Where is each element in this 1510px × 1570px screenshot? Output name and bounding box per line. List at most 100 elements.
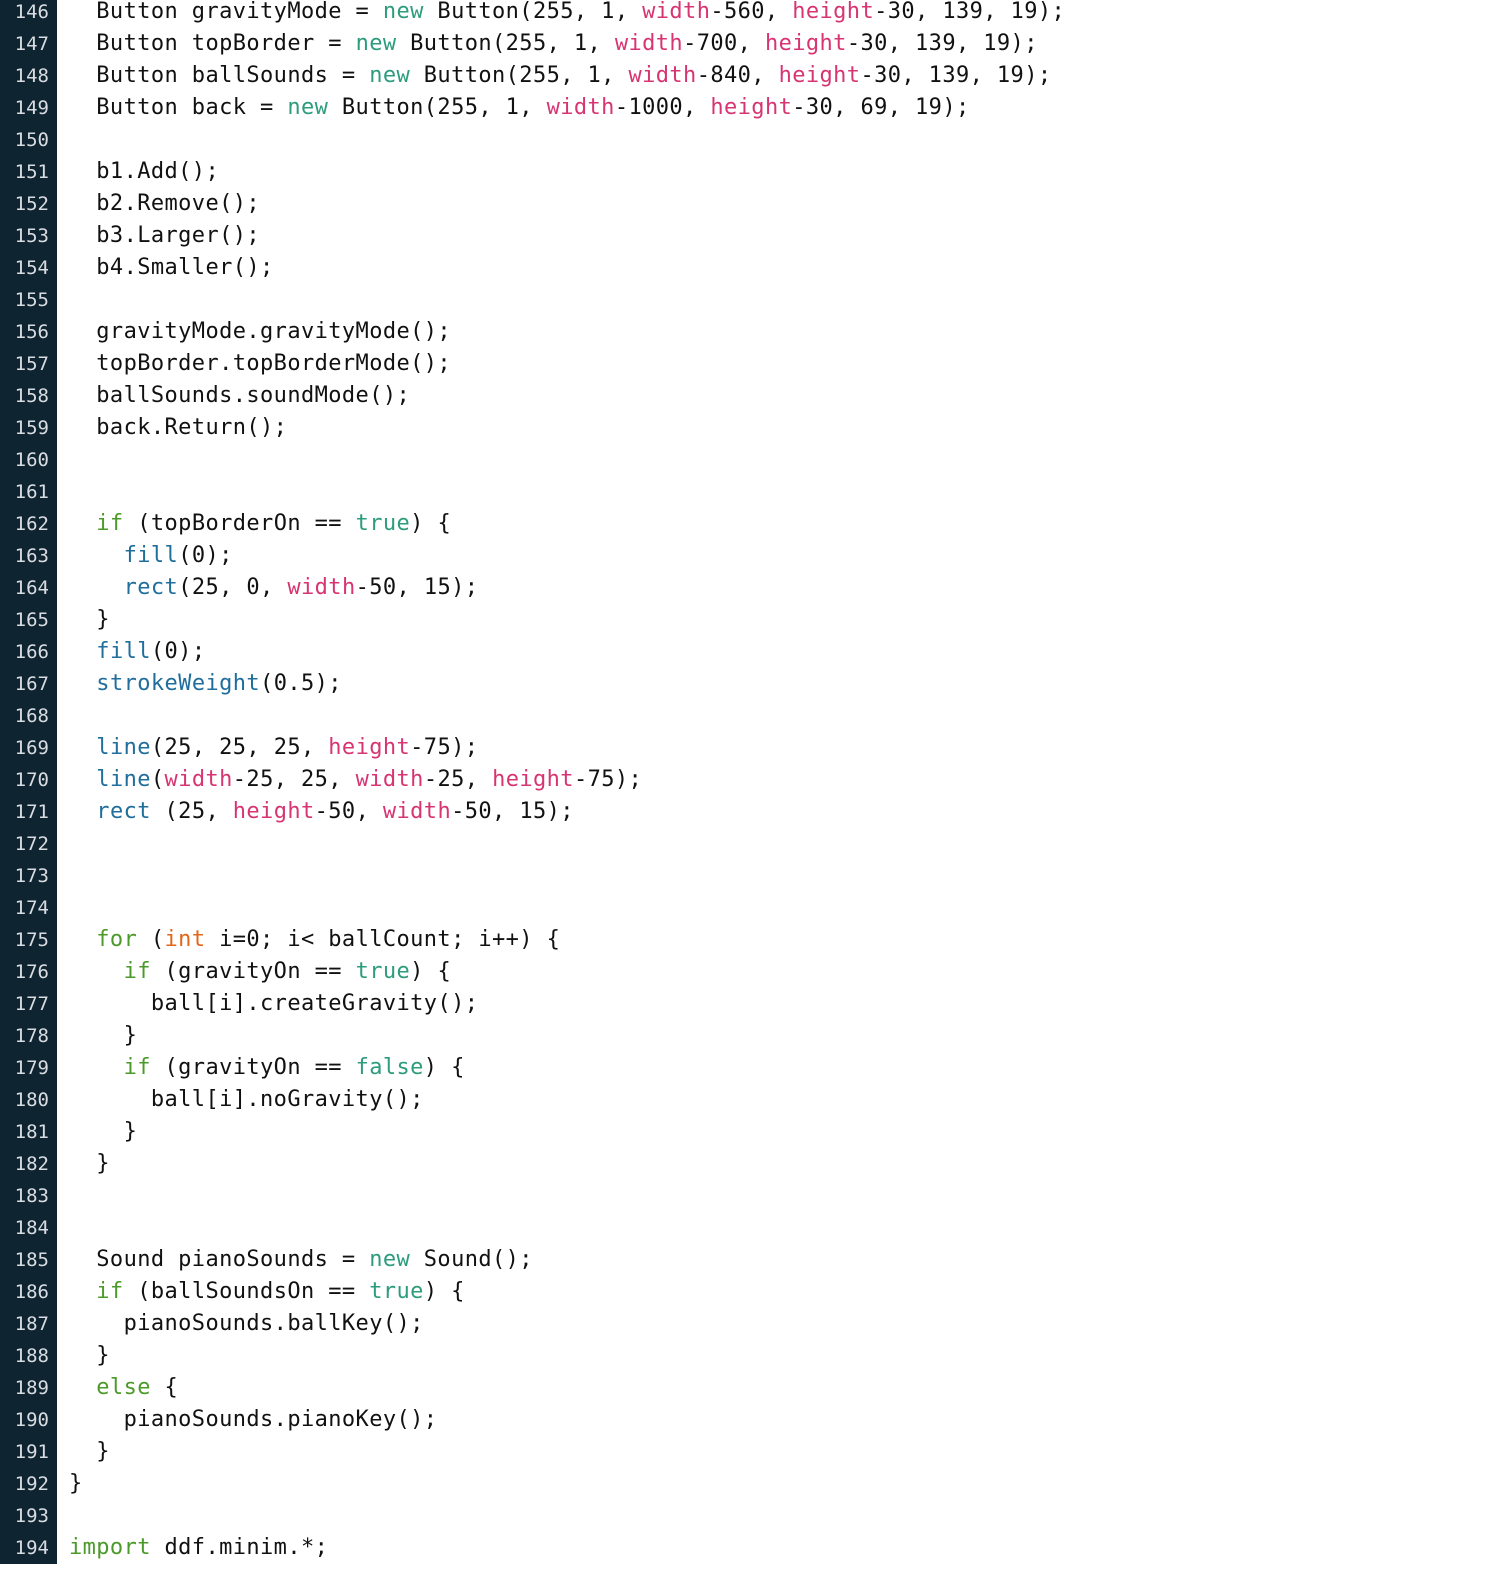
code-token: pianoSounds.ballKey(); (69, 1311, 424, 1336)
code-line[interactable]: 171 rect (25, height-50, width-50, 15); (0, 796, 1510, 828)
code-line[interactable]: 192} (0, 1468, 1510, 1500)
line-number: 180 (0, 1084, 57, 1116)
code-token: width (546, 95, 615, 120)
code-line[interactable]: 189 else { (0, 1372, 1510, 1404)
code-line[interactable]: 158 ballSounds.soundMode(); (0, 380, 1510, 412)
code-editor[interactable]: 146 Button gravityMode = new Button(255,… (0, 0, 1510, 1570)
code-token: -50, 15); (355, 575, 479, 600)
line-number: 147 (0, 28, 57, 60)
code-token: fill (123, 543, 179, 568)
code-token: i=0; i< ballCount; i++) { (205, 927, 561, 952)
code-line[interactable]: 179 if (gravityOn == false) { (0, 1052, 1510, 1084)
code-line[interactable]: 151 b1.Add(); (0, 156, 1510, 188)
line-number: 185 (0, 1244, 57, 1276)
code-line[interactable]: 156 gravityMode.gravityMode(); (0, 316, 1510, 348)
code-line[interactable]: 181 } (0, 1116, 1510, 1148)
code-token: -30, 139, 19); (874, 0, 1066, 24)
code-text: } (57, 1020, 137, 1052)
code-line[interactable]: 162 if (topBorderOn == true) { (0, 508, 1510, 540)
code-line[interactable]: 185 Sound pianoSounds = new Sound(); (0, 1244, 1510, 1276)
code-line[interactable]: 168 (0, 700, 1510, 732)
code-line[interactable]: 147 Button topBorder = new Button(255, 1… (0, 28, 1510, 60)
code-text: b1.Add(); (57, 156, 219, 188)
code-token: height (792, 0, 875, 24)
code-line[interactable]: 172 (0, 828, 1510, 860)
code-line[interactable]: 175 for (int i=0; i< ballCount; i++) { (0, 924, 1510, 956)
code-token: (ballSoundsOn == (123, 1279, 370, 1304)
code-line[interactable]: 180 ball[i].noGravity(); (0, 1084, 1510, 1116)
line-number: 182 (0, 1148, 57, 1180)
code-line[interactable]: 194 import ddf.minim.*; (0, 1532, 1510, 1564)
code-line[interactable]: 186 if (ballSoundsOn == true) { (0, 1276, 1510, 1308)
code-line[interactable]: 173 (0, 860, 1510, 892)
code-text: Button back = new Button(255, 1, width-1… (57, 92, 970, 124)
code-area[interactable]: 146 Button gravityMode = new Button(255,… (0, 0, 1510, 1570)
code-text: if (ballSoundsOn == true) { (57, 1276, 465, 1308)
line-number: 194 (0, 1532, 57, 1564)
line-number: 174 (0, 892, 57, 924)
code-line[interactable]: 169 line(25, 25, 25, height-75); (0, 732, 1510, 764)
line-number: 170 (0, 764, 57, 796)
code-line[interactable]: 160 (0, 444, 1510, 476)
code-line[interactable]: 149 Button back = new Button(255, 1, wid… (0, 92, 1510, 124)
code-line[interactable]: 155 (0, 284, 1510, 316)
code-line[interactable]: 161 (0, 476, 1510, 508)
code-text: fill(0); (57, 636, 205, 668)
code-token: new (382, 0, 424, 24)
code-line[interactable]: 165 } (0, 604, 1510, 636)
code-text: ball[i].noGravity(); (57, 1084, 424, 1116)
code-line[interactable]: 176 if (gravityOn == true) { (0, 956, 1510, 988)
code-line[interactable]: 159 back.Return(); (0, 412, 1510, 444)
code-token: (topBorderOn == (123, 511, 356, 536)
code-line[interactable]: 154 b4.Smaller(); (0, 252, 1510, 284)
line-number: 148 (0, 60, 57, 92)
code-token: true (355, 511, 411, 536)
line-number: 163 (0, 540, 57, 572)
code-line[interactable]: 184 (0, 1212, 1510, 1244)
code-token: height (328, 735, 411, 760)
code-line[interactable]: 166 fill(0); (0, 636, 1510, 668)
code-line[interactable]: 164 rect(25, 0, width-50, 15); (0, 572, 1510, 604)
code-token: back.Return(); (69, 415, 288, 440)
code-line[interactable]: 167 strokeWeight(0.5); (0, 668, 1510, 700)
code-token: -30, 69, 19); (792, 95, 970, 120)
code-token: -700, (683, 31, 765, 56)
code-line[interactable]: 174 (0, 892, 1510, 924)
code-token: (25, (150, 799, 233, 824)
code-token: else (69, 1375, 151, 1400)
code-line[interactable]: 187 pianoSounds.ballKey(); (0, 1308, 1510, 1340)
code-text: back.Return(); (57, 412, 287, 444)
code-token: ) { (410, 511, 452, 536)
line-number: 155 (0, 284, 57, 316)
code-text: line(width-25, 25, width-25, height-75); (57, 764, 642, 796)
line-number: 183 (0, 1180, 57, 1212)
code-line[interactable]: 152 b2.Remove(); (0, 188, 1510, 220)
line-number: 150 (0, 124, 57, 156)
code-text: strokeWeight(0.5); (57, 668, 342, 700)
code-token: false (355, 1055, 424, 1080)
code-line[interactable]: 150 (0, 124, 1510, 156)
code-token: b4.Smaller(); (69, 255, 274, 280)
line-number: 190 (0, 1404, 57, 1436)
code-line[interactable]: 191 } (0, 1436, 1510, 1468)
code-line[interactable]: 178 } (0, 1020, 1510, 1052)
code-text: pianoSounds.ballKey(); (57, 1308, 424, 1340)
code-line[interactable]: 163 fill(0); (0, 540, 1510, 572)
code-line[interactable]: 183 (0, 1180, 1510, 1212)
code-line[interactable]: 188 } (0, 1340, 1510, 1372)
code-line[interactable]: 182 } (0, 1148, 1510, 1180)
code-line[interactable]: 190 pianoSounds.pianoKey(); (0, 1404, 1510, 1436)
code-line[interactable]: 177 ball[i].createGravity(); (0, 988, 1510, 1020)
line-number: 167 (0, 668, 57, 700)
line-number: 151 (0, 156, 57, 188)
code-line[interactable]: 193 (0, 1500, 1510, 1532)
code-line[interactable]: 146 Button gravityMode = new Button(255,… (0, 0, 1510, 28)
code-line[interactable]: 170 line(width-25, 25, width-25, height-… (0, 764, 1510, 796)
code-text: if (gravityOn == false) { (57, 1052, 465, 1084)
code-token: if (69, 1279, 124, 1304)
code-line[interactable]: 153 b3.Larger(); (0, 220, 1510, 252)
line-number: 149 (0, 92, 57, 124)
line-number: 162 (0, 508, 57, 540)
code-line[interactable]: 157 topBorder.topBorderMode(); (0, 348, 1510, 380)
code-line[interactable]: 148 Button ballSounds = new Button(255, … (0, 60, 1510, 92)
